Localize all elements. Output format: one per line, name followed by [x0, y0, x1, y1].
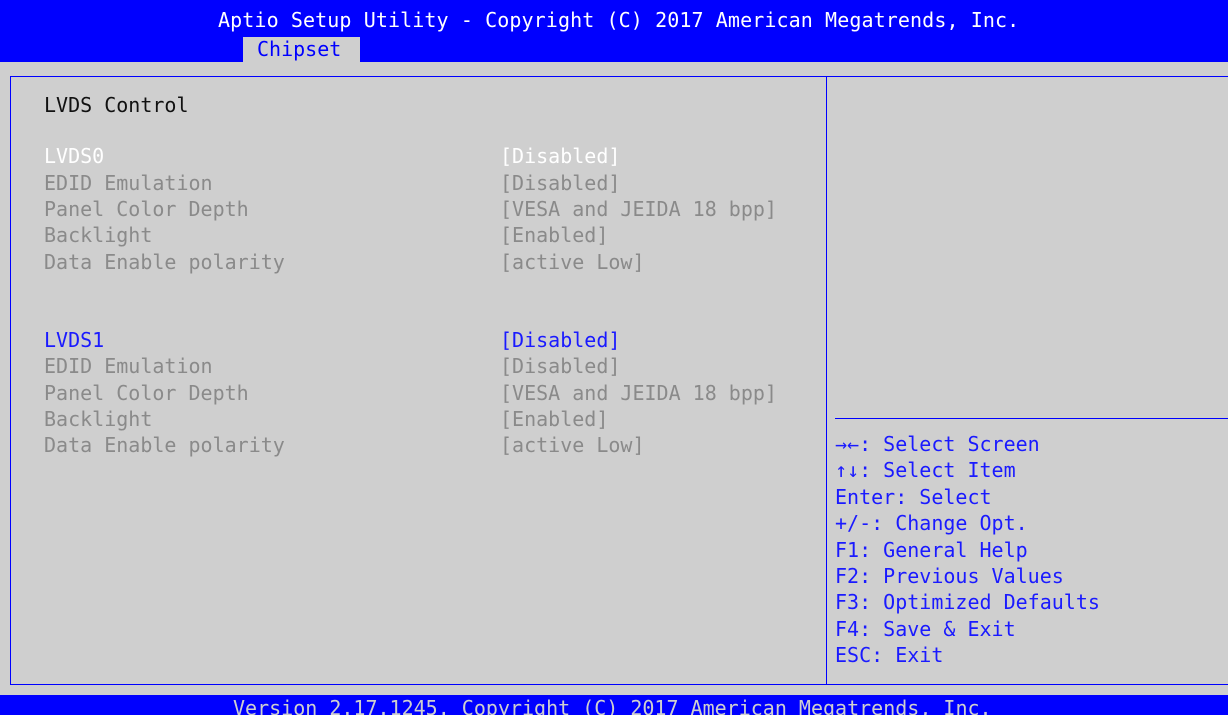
lvds1-color-depth-value: [VESA and JEIDA 18 bpp] [500, 381, 777, 405]
app-title: Aptio Setup Utility - Copyright (C) 2017… [218, 8, 1020, 32]
version-bar: Version 2.17.1245. Copyright (C) 2017 Am… [0, 695, 1228, 715]
lvds0-backlight-value: [Enabled] [500, 223, 609, 247]
panel-divider [826, 76, 827, 685]
help-change-opt: +/-: Change Opt. [835, 511, 1028, 536]
lvds1-label[interactable]: LVDS1 [44, 327, 104, 353]
lvds1-polarity-label: Data Enable polarity [44, 433, 285, 457]
help-enter-select: Enter: Select [835, 484, 992, 509]
lvds0-polarity-value: [active Low] [500, 250, 645, 274]
lvds1-edid-label: EDID Emulation [44, 354, 213, 378]
lvds0-edid-value: [Disabled] [500, 171, 621, 195]
help-previous-values: F2: Previous Values [835, 563, 1064, 588]
lvds1-edid-value: [Disabled] [500, 354, 621, 378]
lvds0-edid-label: EDID Emulation [44, 171, 213, 195]
section-title: LVDS Control [44, 93, 189, 117]
lvds0-backlight-label: Backlight [44, 223, 153, 247]
lvds1-backlight-label: Backlight [44, 407, 153, 431]
title-bar: Aptio Setup Utility - Copyright (C) 2017… [0, 0, 1228, 62]
help-save-exit: F4: Save & Exit [835, 616, 1016, 641]
help-esc-exit: ESC: Exit [835, 643, 944, 668]
lvds1-backlight-value: [Enabled] [500, 407, 609, 431]
key-help-list: →←: Select Screen ↑↓: Select Item Enter:… [835, 431, 1100, 669]
version-text: Version 2.17.1245. Copyright (C) 2017 Am… [233, 696, 992, 715]
help-select-screen: →←: Select Screen [835, 432, 1040, 456]
lvds1-value[interactable]: [Disabled] [500, 327, 620, 353]
help-general-help: F1: General Help [835, 537, 1028, 562]
lvds0-polarity-label: Data Enable polarity [44, 250, 285, 274]
lvds1-color-depth-label: Panel Color Depth [44, 381, 249, 405]
help-separator [835, 418, 1228, 419]
lvds0-color-depth-value: [VESA and JEIDA 18 bpp] [500, 197, 777, 221]
help-select-item: ↑↓: Select Item [835, 458, 1016, 483]
lvds0-color-depth-label: Panel Color Depth [44, 197, 249, 221]
tab-chipset[interactable]: Chipset [243, 37, 360, 62]
lvds0-value[interactable]: [Disabled] [500, 143, 620, 169]
lvds0-label[interactable]: LVDS0 [44, 143, 104, 169]
help-optimized-defaults: F3: Optimized Defaults [835, 590, 1100, 615]
lvds1-polarity-value: [active Low] [500, 433, 645, 457]
